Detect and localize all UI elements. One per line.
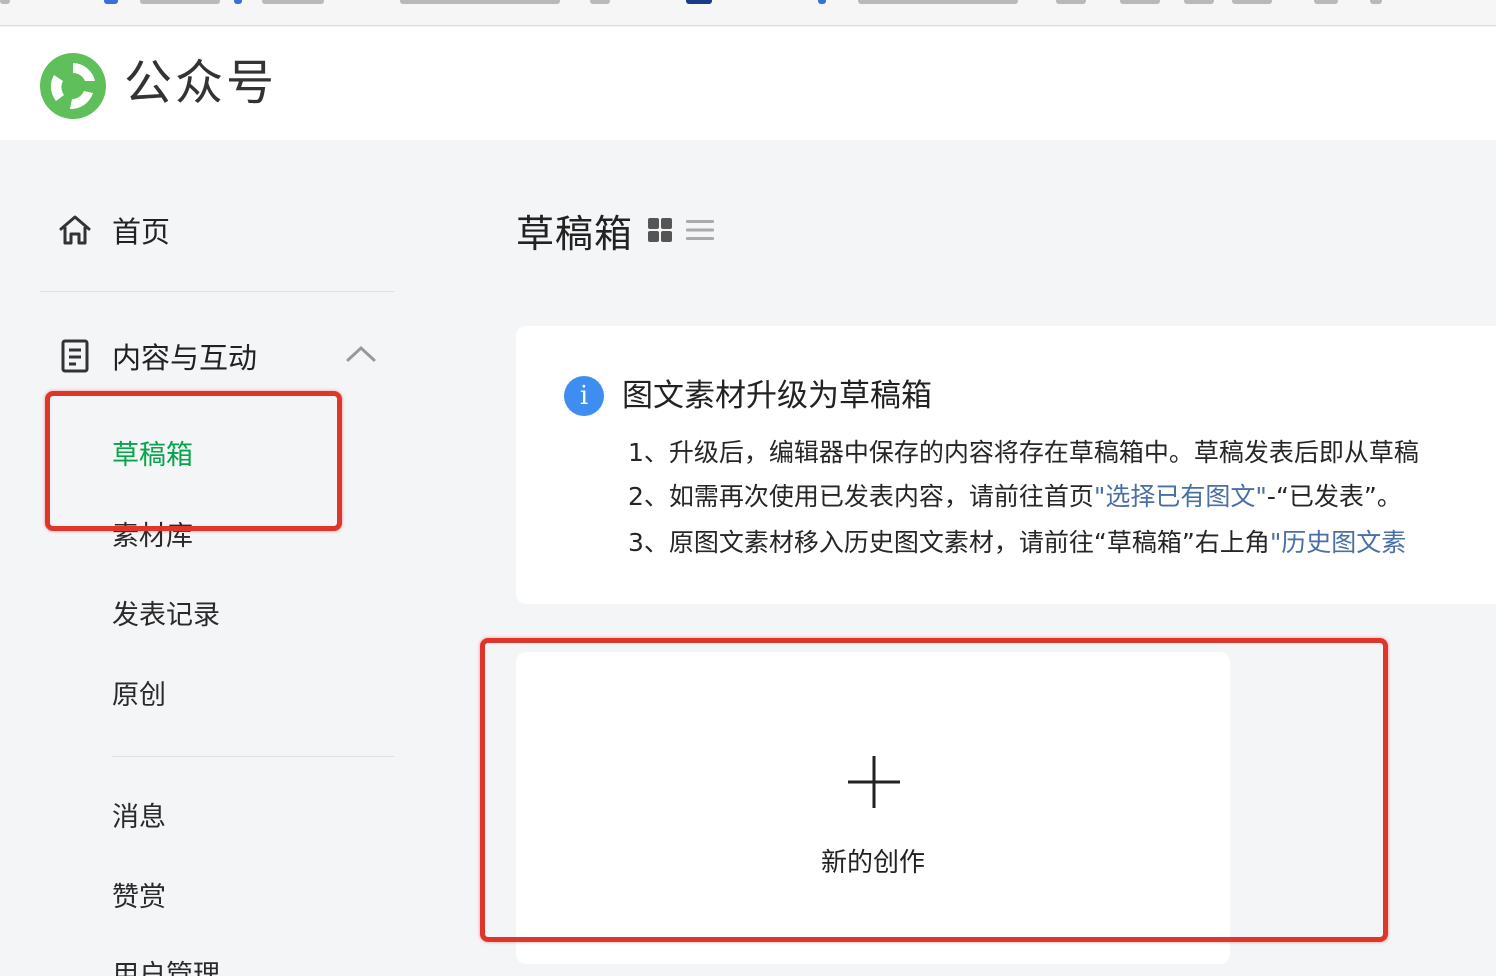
bookmark-item[interactable]: [1056, 0, 1086, 4]
app-title: 公众号: [124, 55, 278, 111]
notice-line: 1、升级后，编辑器中保存的内容将存在草稿箱中。草稿发表后即从草稿: [628, 438, 1419, 467]
bookmark-item[interactable]: [1314, 0, 1338, 4]
page-title: 草稿箱: [516, 211, 634, 256]
chevron-up-icon[interactable]: [344, 338, 378, 372]
top-header: 公众号: [0, 27, 1496, 140]
notice-text: 3、原图文素材移入历史图文素材，请前往“草稿箱”右上角: [628, 528, 1270, 557]
grid-view-icon[interactable]: [647, 217, 673, 243]
notice-line: 3、原图文素材移入历史图文素材，请前往“草稿箱”右上角"历史图文素: [628, 524, 1406, 562]
notice-title: 图文素材升级为草稿箱: [622, 378, 932, 414]
sidebar-item-publish-history[interactable]: 发表记录: [112, 596, 220, 636]
highlight-box: [45, 391, 342, 531]
sidebar-divider: [40, 291, 394, 292]
list-view-icon[interactable]: [685, 217, 715, 243]
bookmark-item[interactable]: [1370, 0, 1382, 4]
sidebar: 首页 内容与互动 草稿箱 素材库 发表记录 原创 消息 赞赏 用户管理: [0, 140, 420, 976]
sidebar-item-messages[interactable]: 消息: [112, 798, 166, 838]
select-existing-article-link[interactable]: "选择已有图文": [1094, 482, 1267, 511]
sidebar-item-rewards[interactable]: 赞赏: [112, 878, 166, 918]
bookmark-icon[interactable]: [686, 0, 712, 4]
sidebar-item-label: 首页: [112, 215, 171, 249]
notice-text: 2、如需再次使用已发表内容，请前往首页: [628, 482, 1094, 511]
bookmark-item[interactable]: [858, 0, 1018, 4]
sidebar-divider: [112, 756, 394, 757]
bookmark-bar: [0, 0, 1496, 26]
upgrade-notice-card: i 图文素材升级为草稿箱 1、升级后，编辑器中保存的内容将存在草稿箱中。草稿发表…: [516, 326, 1496, 604]
page-header: 草稿箱: [516, 205, 715, 256]
home-icon: [59, 215, 91, 245]
info-icon: i: [564, 376, 604, 416]
bookmark-item[interactable]: [400, 0, 560, 4]
bookmark-item[interactable]: [0, 0, 10, 4]
bookmark-icon[interactable]: [104, 0, 118, 4]
bookmark-item[interactable]: [1120, 0, 1160, 4]
bookmark-icon[interactable]: [818, 0, 826, 4]
sidebar-item-user-management[interactable]: 用户管理: [112, 956, 220, 976]
sidebar-item-home[interactable]: 首页: [56, 208, 170, 252]
highlight-box: [480, 638, 1388, 942]
bookmark-item[interactable]: [590, 0, 610, 4]
wechat-official-account-logo-icon[interactable]: [38, 51, 108, 121]
history-articles-link[interactable]: "历史图文素: [1270, 528, 1407, 557]
notice-line: 2、如需再次使用已发表内容，请前往首页"选择已有图文"-“已发表”。: [628, 478, 1402, 516]
sidebar-section-content-interaction[interactable]: 内容与互动: [56, 334, 396, 378]
bookmark-item[interactable]: [262, 0, 324, 4]
bookmark-item[interactable]: [1184, 0, 1214, 4]
bookmark-item[interactable]: [1232, 0, 1272, 4]
bookmark-icon[interactable]: [234, 0, 242, 4]
notice-text: -“已发表”。: [1266, 482, 1402, 511]
sidebar-item-original[interactable]: 原创: [112, 676, 166, 716]
document-icon: [61, 339, 89, 373]
bookmark-item[interactable]: [140, 0, 220, 4]
sidebar-section-label: 内容与互动: [112, 341, 258, 375]
